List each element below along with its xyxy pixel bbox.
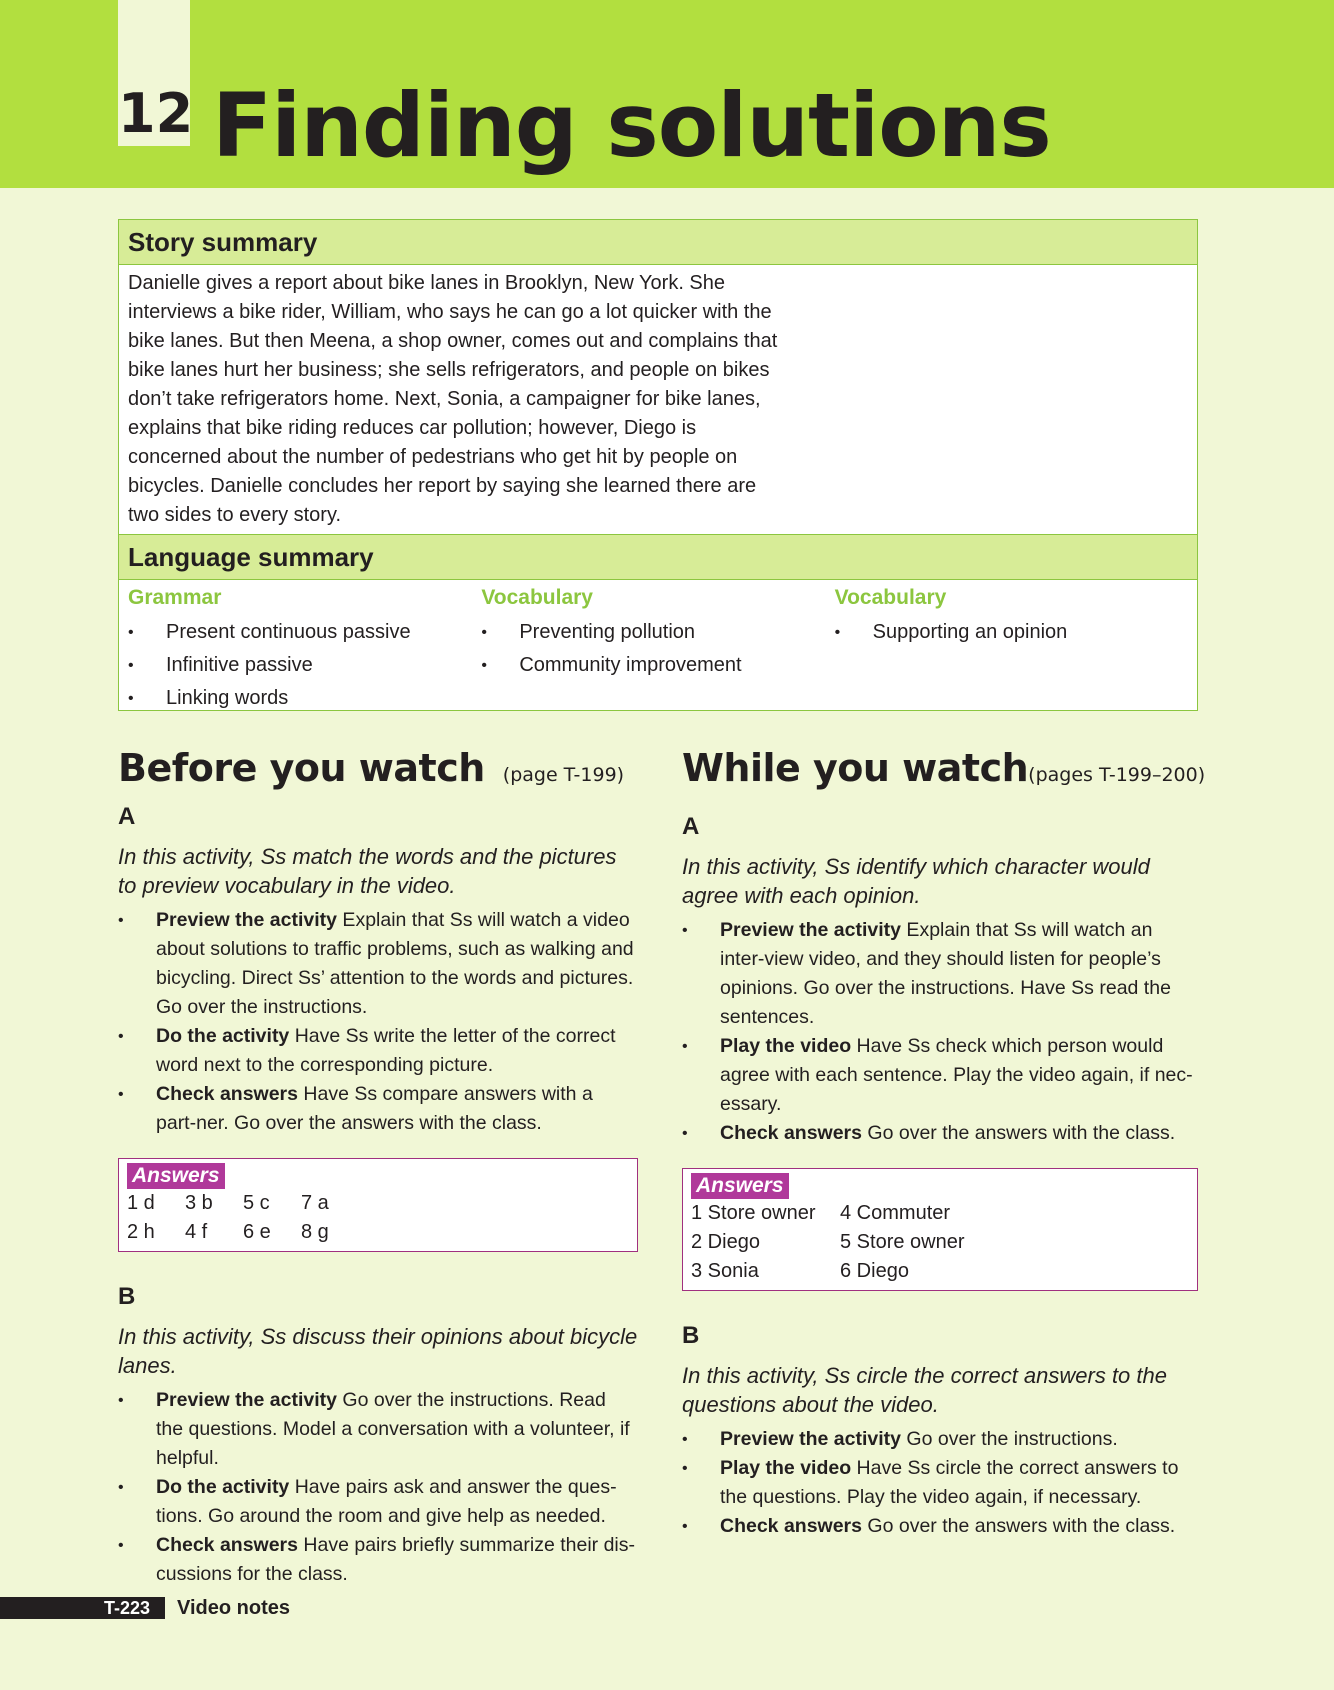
activity-letter: A: [118, 803, 136, 830]
answers-label: Answers: [691, 1173, 789, 1199]
answers-box: Answers 1 Store owner 4 Commuter 2 Diego…: [682, 1168, 1198, 1291]
step-label: Preview the activity: [720, 919, 902, 941]
page-title: Finding solutions: [212, 74, 1052, 177]
list-item: Preview the activity Explain that Ss wil…: [118, 906, 638, 1022]
list-item: Check answers Go over the answers with t…: [682, 1119, 1198, 1148]
list-item: Preview the activity Go over the instruc…: [118, 1386, 638, 1473]
activity-letter: A: [682, 813, 700, 840]
step-text: Go over the instructions.: [901, 1428, 1118, 1450]
language-summary-heading: Language summary: [119, 534, 1197, 580]
activity-intro: In this activity, Ss match the words and…: [118, 844, 617, 898]
step-label: Play the video: [720, 1035, 852, 1057]
list-item: Preventing pollution: [481, 616, 834, 649]
list-item: Infinitive passive: [128, 649, 481, 682]
steps-list: Preview the activity Go over the instruc…: [118, 1386, 638, 1589]
activity-intro: In this activity, Ss circle the correct …: [682, 1363, 1167, 1417]
language-column-vocabulary-2: Vocabulary Supporting an opinion: [835, 584, 1188, 708]
story-summary-heading: Story summary: [119, 220, 1197, 265]
language-list: Supporting an opinion: [835, 616, 1188, 649]
while-you-watch-section: While you watch (pages T-199–200) A In t…: [682, 740, 1205, 1541]
footer-page-number: T-223: [104, 1598, 151, 1618]
before-you-watch-section: Before you watch (page T-199) A In this …: [118, 740, 638, 1589]
activity-letter: B: [682, 1322, 700, 1349]
language-column-heading: Vocabulary: [481, 586, 593, 609]
answers-row: 1 Store owner 4 Commuter: [691, 1199, 1189, 1228]
step-label: Do the activity: [156, 1025, 290, 1047]
step-label: Preview the activity: [720, 1428, 902, 1450]
activity-letter: B: [118, 1283, 136, 1310]
language-column-heading: Vocabulary: [834, 586, 947, 609]
list-item: Check answers Have Ss compare answers wi…: [118, 1080, 638, 1138]
story-summary-text: Danielle gives a report about bike lanes…: [128, 272, 778, 526]
answer-cell: 5 Store owner: [840, 1231, 965, 1253]
step-label: Check answers: [156, 1534, 298, 1556]
list-item: Linking words: [128, 682, 481, 715]
answers-row: 2 Diego 5 Store owner: [691, 1228, 1189, 1257]
answer-cell: 4 Commuter: [840, 1202, 951, 1224]
section-title: Before you watch: [118, 746, 485, 790]
activity-intro: In this activity, Ss identify which char…: [682, 854, 1150, 908]
list-item: Community improvement: [481, 649, 834, 682]
list-item: Preview the activity Explain that Ss wil…: [682, 916, 1198, 1032]
step-label: Play the video: [720, 1457, 852, 1479]
step-label: Check answers: [720, 1122, 862, 1144]
answers-grid: 1 d 3 b 5 c 7 a 2 h 4 f 6 e 8 g: [127, 1189, 629, 1247]
step-label: Preview the activity: [156, 909, 338, 931]
list-item: Play the video Have Ss circle the correc…: [682, 1454, 1198, 1512]
list-item: Do the activity Have pairs ask and answe…: [118, 1473, 638, 1531]
section-title: While you watch: [682, 746, 1029, 790]
list-item: Do the activity Have Ss write the letter…: [118, 1022, 638, 1080]
step-label: Do the activity: [156, 1476, 290, 1498]
step-text: Go over the answers with the class.: [862, 1515, 1176, 1537]
section-title-row: While you watch (pages T-199–200): [682, 740, 1205, 796]
answer-cell: 6 e: [243, 1221, 271, 1243]
answers-row: 2 h 4 f 6 e 8 g: [127, 1218, 629, 1247]
step-text: Go over the answers with the class.: [862, 1122, 1176, 1144]
list-item: Supporting an opinion: [835, 616, 1188, 649]
answer-cell: 5 c: [243, 1192, 270, 1214]
answer-cell: 1 d: [127, 1192, 155, 1214]
answer-cell: 2 h: [127, 1221, 155, 1243]
unit-number: 12: [118, 82, 194, 145]
answer-cell: 6 Diego: [840, 1260, 909, 1282]
answers-row: 3 Sonia 6 Diego: [691, 1257, 1189, 1286]
answers-label: Answers: [127, 1163, 225, 1189]
list-item: Present continuous passive: [128, 616, 481, 649]
list-item: Preview the activity Go over the instruc…: [682, 1425, 1198, 1454]
answer-cell: 2 Diego: [691, 1231, 760, 1253]
step-label: Preview the activity: [156, 1389, 338, 1411]
language-list: Preventing pollution Community improveme…: [481, 616, 834, 682]
answer-cell: 3 b: [185, 1192, 213, 1214]
answers-grid: 1 Store owner 4 Commuter 2 Diego 5 Store…: [691, 1199, 1189, 1286]
list-item: Play the video Have Ss check which perso…: [682, 1032, 1198, 1119]
language-column-vocabulary-1: Vocabulary Preventing pollution Communit…: [481, 584, 834, 708]
list-item: Check answers Go over the answers with t…: [682, 1512, 1198, 1541]
answer-cell: 7 a: [301, 1192, 329, 1214]
activity-intro: In this activity, Ss discuss their opini…: [118, 1324, 638, 1378]
steps-list: Preview the activity Explain that Ss wil…: [682, 916, 1198, 1148]
language-column-grammar: Grammar Present continuous passive Infin…: [128, 584, 481, 715]
answers-box: Answers 1 d 3 b 5 c 7 a 2 h 4 f 6 e 8 g: [118, 1158, 638, 1252]
language-column-heading: Grammar: [128, 586, 222, 609]
step-label: Check answers: [720, 1515, 862, 1537]
language-list: Present continuous passive Infinitive pa…: [128, 616, 481, 715]
answer-cell: 1 Store owner: [691, 1202, 816, 1224]
steps-list: Preview the activity Explain that Ss wil…: [118, 906, 638, 1138]
summary-box: Story summary Danielle gives a report ab…: [118, 219, 1198, 715]
answer-cell: 4 f: [185, 1221, 208, 1243]
list-item: Check answers Have pairs briefly summari…: [118, 1531, 638, 1589]
step-label: Check answers: [156, 1083, 298, 1105]
answer-cell: 8 g: [301, 1221, 329, 1243]
answer-cell: 3 Sonia: [691, 1260, 759, 1282]
answers-row: 1 d 3 b 5 c 7 a: [127, 1189, 629, 1218]
page-reference: (pages T-199–200): [1028, 764, 1206, 786]
footer-label: Video notes: [177, 1597, 290, 1619]
language-summary-columns: Grammar Present continuous passive Infin…: [119, 580, 1197, 715]
page-reference: (page T-199): [502, 764, 625, 786]
steps-list: Preview the activity Go over the instruc…: [682, 1425, 1198, 1541]
section-title-row: Before you watch (page T-199): [118, 740, 638, 796]
